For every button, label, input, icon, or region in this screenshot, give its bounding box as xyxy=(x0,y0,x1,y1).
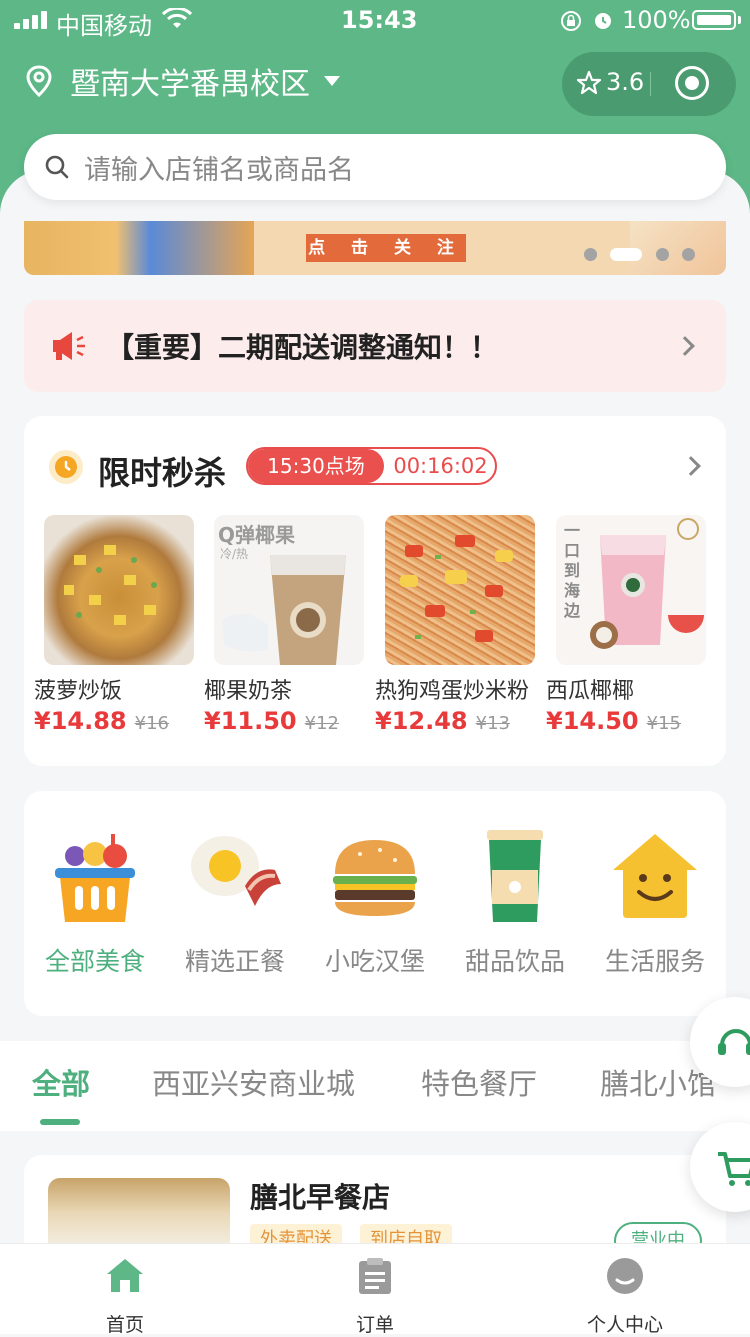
rating-value: 3.6 xyxy=(606,68,645,96)
original-price: ¥13 xyxy=(475,713,510,734)
product-price: ¥14.50 ¥15 xyxy=(546,707,681,735)
profile-icon xyxy=(607,1258,643,1294)
orders-icon xyxy=(359,1258,391,1294)
nav-orders[interactable]: 订单 xyxy=(305,1256,445,1337)
close-target-icon[interactable] xyxy=(675,66,709,100)
location-pin-icon xyxy=(26,65,52,97)
alarm-icon xyxy=(595,13,611,29)
notice-bar[interactable]: 【重要】二期配送调整通知！！ xyxy=(24,300,726,392)
burger-icon xyxy=(333,840,417,916)
egg-bacon-icon xyxy=(191,836,281,906)
pagination-dot xyxy=(584,248,597,261)
product-name: 菠萝炒饭 xyxy=(34,679,123,704)
battery-icon xyxy=(692,10,736,30)
session-timer: 15:30点场 00:16:02 xyxy=(246,447,497,485)
product-card[interactable]: 菠萝炒饭 ¥14.88 ¥16 xyxy=(34,515,204,735)
product-image xyxy=(44,515,194,665)
carrier-name: 中国移动 xyxy=(56,12,152,40)
product-name: 热狗鸡蛋炒米粉 xyxy=(375,679,530,704)
countdown: 00:16:02 xyxy=(393,454,488,478)
wifi-icon xyxy=(162,8,192,28)
category-label: 精选正餐 xyxy=(184,947,285,976)
pagination-dot xyxy=(656,248,669,261)
category-snacks[interactable]: 小吃汉堡 xyxy=(305,826,445,978)
category-all-food[interactable]: 全部美食 xyxy=(25,826,165,978)
product-image xyxy=(385,515,535,665)
banner-food-image xyxy=(24,221,254,275)
product-card[interactable]: Q弹椰果 冷/热 椰果奶茶 ¥11.50 ¥12 xyxy=(204,515,374,735)
product-name: 椰果奶茶 xyxy=(204,679,293,704)
product-image: Q弹椰果 冷/热 xyxy=(214,515,364,665)
product-price: ¥11.50 ¥12 xyxy=(204,707,339,735)
follow-button[interactable]: 点 击 关 注 xyxy=(306,234,466,262)
location-name: 暨南大学番禺校区 xyxy=(70,67,310,102)
status-time: 15:43 xyxy=(341,6,418,34)
megaphone-icon xyxy=(53,332,85,360)
star-icon[interactable] xyxy=(576,70,602,96)
original-price: ¥12 xyxy=(304,713,339,734)
product-price: ¥14.88 ¥16 xyxy=(34,707,169,735)
cart-icon xyxy=(718,1152,750,1186)
tab-xiya[interactable]: 西亚兴安商业城 xyxy=(152,1061,355,1103)
category-label: 全部美食 xyxy=(44,947,145,976)
category-meals[interactable]: 精选正餐 xyxy=(165,826,305,978)
category-services[interactable]: 生活服务 xyxy=(585,826,725,978)
chevron-right-icon xyxy=(675,336,695,356)
category-drinks[interactable]: 甜品饮品 xyxy=(445,826,585,978)
alarm-clock-icon xyxy=(49,450,83,484)
banner-icecream-image xyxy=(630,221,726,275)
product-price: ¥12.48 ¥13 xyxy=(375,707,510,735)
basket-icon xyxy=(55,834,135,922)
home-icon xyxy=(107,1259,143,1292)
store-image xyxy=(48,1178,230,1248)
session-label: 15:30点场 xyxy=(248,449,384,483)
promo-banner[interactable]: 点 击 关 注 xyxy=(24,221,726,275)
mini-program-capsule: 3.6 xyxy=(562,52,736,116)
headset-icon xyxy=(718,1029,750,1055)
dropdown-arrow-icon xyxy=(324,76,340,86)
category-label: 小吃汉堡 xyxy=(324,947,425,976)
store-name: 膳北早餐店 xyxy=(250,1181,391,1214)
product-card[interactable]: 一口到海边 西瓜椰椰 ¥14.50 ¥15 xyxy=(546,515,716,735)
store-tabs: 全部 西亚兴安商业城 特色餐厅 膳北小馆 xyxy=(0,1041,750,1131)
pagination-dot xyxy=(682,248,695,261)
search-bar[interactable]: 请输入店铺名或商品名 xyxy=(24,134,726,200)
category-label: 甜品饮品 xyxy=(464,947,565,976)
original-price: ¥16 xyxy=(134,713,169,734)
notice-text: 【重要】二期配送调整通知！！ xyxy=(106,331,499,364)
bottom-nav: 首页 订单 个人中心 xyxy=(0,1243,750,1337)
product-card[interactable]: 热狗鸡蛋炒米粉 ¥12.48 ¥13 xyxy=(375,515,545,735)
tab-special[interactable]: 特色餐厅 xyxy=(421,1061,537,1103)
location-selector[interactable]: 暨南大学番禺校区 xyxy=(24,58,340,104)
nav-home[interactable]: 首页 xyxy=(55,1256,195,1337)
search-input[interactable]: 请输入店铺名或商品名 xyxy=(84,148,354,187)
search-icon xyxy=(45,155,69,179)
smiley-house-icon xyxy=(613,834,697,918)
flash-sale-title: 限时秒杀 xyxy=(98,454,227,492)
drink-cup-icon xyxy=(487,830,543,922)
product-name: 西瓜椰椰 xyxy=(546,679,635,704)
signal-icon xyxy=(14,11,48,29)
tab-indicator xyxy=(40,1119,80,1125)
original-price: ¥15 xyxy=(646,713,681,734)
battery-percent: 100% xyxy=(622,6,691,34)
product-image: 一口到海边 xyxy=(556,515,706,665)
status-bar: 中国移动 15:43 100% xyxy=(0,0,750,40)
tab-all[interactable]: 全部 xyxy=(32,1061,90,1103)
category-label: 生活服务 xyxy=(604,947,705,976)
pagination-dot-active xyxy=(610,248,642,261)
rotation-lock-icon xyxy=(561,11,581,31)
nav-profile[interactable]: 个人中心 xyxy=(555,1256,695,1337)
